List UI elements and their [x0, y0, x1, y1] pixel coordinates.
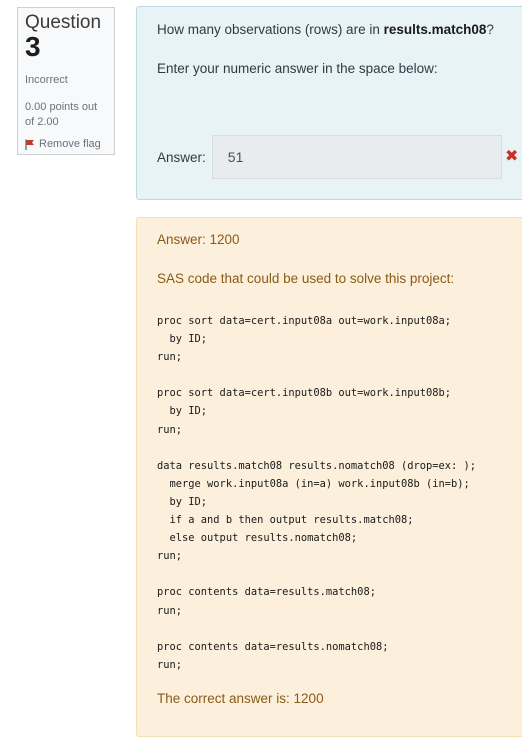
remove-flag-label: Remove flag	[39, 138, 101, 150]
flag-icon	[25, 139, 34, 150]
answer-label: Answer:	[157, 149, 206, 165]
question-formulation: How many observations (rows) are in resu…	[136, 6, 522, 200]
sas-code-block: proc sort data=cert.input08a out=work.in…	[157, 315, 477, 671]
answer-row: Answer:	[157, 135, 502, 179]
question-text-end: ?	[486, 22, 494, 37]
feedback-panel: Answer: 1200 SAS code that could be used…	[136, 217, 522, 737]
question-text: How many observations (rows) are in resu…	[157, 22, 505, 37]
feedback-answer: Answer: 1200	[157, 232, 240, 247]
correct-answer: The correct answer is: 1200	[157, 690, 324, 706]
question-text-start: How many observations (rows) are in	[157, 22, 384, 37]
question-grade: 0.00 points out of 2.00	[25, 101, 98, 128]
question-text-dataset: results.match08	[383, 22, 487, 37]
remove-flag-button[interactable]: Remove flag	[25, 138, 107, 150]
answer-input[interactable]	[211, 135, 502, 179]
close-icon: ✖	[505, 148, 519, 165]
question-instruction: Enter your numeric answer in the space b…	[157, 61, 438, 76]
question-state: Incorrect	[25, 74, 68, 86]
question-info-panel: Question 3 Incorrect 0.00 points out of …	[17, 7, 115, 155]
feedback-sas-intro: SAS code that could be used to solve thi…	[157, 271, 455, 286]
question-number: 3	[25, 31, 41, 62]
